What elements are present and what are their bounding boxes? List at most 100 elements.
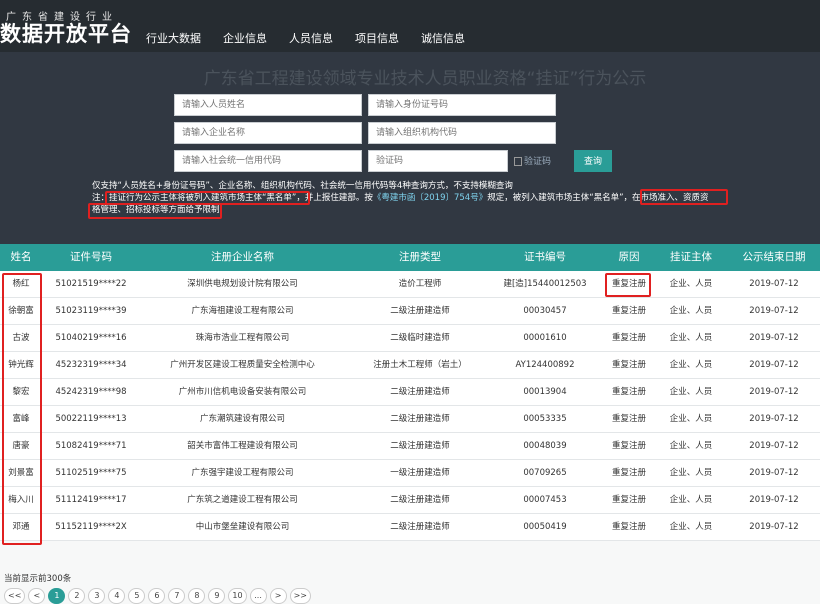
notice-text: 仅支持“人员姓名+身份证号码”、企业名称、组织机构代码、社会统一信用代码等4种查… <box>92 180 732 216</box>
query-button[interactable]: 查询 <box>574 150 612 172</box>
col-id-number: 证件号码 <box>70 251 112 263</box>
main-nav: 行业大数据 企业信息 人员信息 项目信息 诚信信息 <box>146 30 487 46</box>
nav-industry-data[interactable]: 行业大数据 <box>146 30 201 46</box>
table-row[interactable]: 唐豪 51082419****71 韶关市富伟工程建设有限公司 二级注册建造师 0004… <box>0 433 820 460</box>
cell-registration-type: 二级注册建造师 <box>390 306 450 316</box>
cell-certificate-number: 00013904 <box>523 387 567 397</box>
cell-registration-type: 二级注册建造师 <box>390 495 450 505</box>
captcha-input[interactable] <box>368 150 508 172</box>
cell-name: 富峰 <box>12 414 30 424</box>
cell-end-date: 2019-07-12 <box>749 360 799 370</box>
notice-text-mid1: ，并上报住建部。按 <box>296 193 373 203</box>
cell-end-date: 2019-07-12 <box>749 441 799 451</box>
credit-code-input[interactable] <box>174 150 362 172</box>
cell-registration-type: 造价工程师 <box>398 279 442 289</box>
cell-certificate-number: 00709265 <box>523 468 567 478</box>
notice-restriction-text: ，在市场准入、资质资 <box>623 193 709 203</box>
table-row[interactable]: 徐朝富 51023119****39 广东海祖建设工程有限公司 二级注册建造师 0003… <box>0 298 820 325</box>
cell-name: 梅入川 <box>8 495 34 505</box>
cell-end-date: 2019-07-12 <box>749 468 799 478</box>
nav-enterprise-info[interactable]: 企业信息 <box>223 30 267 46</box>
notice-prefix: 注： <box>92 193 110 203</box>
cell-id-number: 51112419****17 <box>55 495 127 505</box>
cell-registration-type: 注册土木工程师（岩土） <box>373 360 467 370</box>
regulation-link[interactable]: 《粤建市函〔2019〕754号》 <box>373 193 487 203</box>
cell-reason: 重复注册 <box>611 468 646 478</box>
cell-company: 广东强宇建设工程有限公司 <box>191 468 294 478</box>
cell-reason: 重复注册 <box>611 333 646 343</box>
cell-id-number: 51102519****75 <box>55 468 127 478</box>
cell-company: 广东潮筑建设有限公司 <box>199 414 285 424</box>
cell-end-date: 2019-07-12 <box>749 279 799 289</box>
org-code-input[interactable] <box>368 122 556 144</box>
table-header: 姓名 证件号码 注册企业名称 注册类型 证书编号 原因 挂证主体 公示结束日期 <box>0 244 820 271</box>
cell-company: 中山市堡垒建设有限公司 <box>195 522 290 532</box>
company-name-input[interactable] <box>174 122 362 144</box>
nav-project-info[interactable]: 项目信息 <box>355 30 399 46</box>
cell-name: 徐朝富 <box>8 306 34 316</box>
cell-certificate-number: 00048039 <box>523 441 567 451</box>
table-row[interactable]: 梅入川 51112419****17 广东筑之道建设工程有限公司 二级注册建造师 000… <box>0 487 820 514</box>
cell-reason: 重复注册 <box>611 495 646 505</box>
cell-id-number: 51152119****2X <box>55 522 127 532</box>
cell-end-date: 2019-07-12 <box>749 522 799 532</box>
cell-subject: 企业、人员 <box>669 279 713 289</box>
captcha-image[interactable]: 验证码 <box>514 154 551 167</box>
table-row[interactable]: 古波 51040219****16 珠海市浩业工程有限公司 二级临时建造师 000016… <box>0 325 820 352</box>
cell-name: 刘景富 <box>8 468 34 478</box>
cell-registration-type: 二级注册建造师 <box>390 441 450 451</box>
cell-end-date: 2019-07-12 <box>749 333 799 343</box>
col-subject: 挂证主体 <box>670 251 712 263</box>
cell-name: 古波 <box>12 333 30 343</box>
cell-certificate-number: 00030457 <box>523 306 567 316</box>
col-registration-type: 注册类型 <box>399 251 441 263</box>
cell-name: 黎宏 <box>12 387 30 397</box>
cell-reason: 重复注册 <box>611 279 646 289</box>
person-name-input[interactable] <box>174 94 362 116</box>
cell-reason: 重复注册 <box>611 414 646 424</box>
broken-image-icon <box>514 157 522 166</box>
logo-title[interactable]: 数据开放平台 <box>0 18 132 48</box>
table-row[interactable]: 钟光辉 45232319****34 广州开发区建设工程质量安全检测中心 注册土木工程… <box>0 352 820 379</box>
cell-id-number: 51040219****16 <box>55 333 127 343</box>
id-number-input[interactable] <box>368 94 556 116</box>
table-row[interactable]: 邓通 51152119****2X 中山市堡垒建设有限公司 二级注册建造师 000504… <box>0 514 820 541</box>
cell-subject: 企业、人员 <box>669 414 713 424</box>
cell-end-date: 2019-07-12 <box>749 306 799 316</box>
cell-certificate-number: 建[造]15440012503 <box>503 279 587 289</box>
col-end-date: 公示结束日期 <box>742 251 806 263</box>
cell-subject: 企业、人员 <box>669 468 713 478</box>
cell-subject: 企业、人员 <box>669 387 713 397</box>
table-row[interactable]: 黎宏 45242319****98 广州市川信机电设备安装有限公司 二级注册建造师 00… <box>0 379 820 406</box>
cell-id-number: 50022119****13 <box>55 414 127 424</box>
cell-company: 广东海祖建设工程有限公司 <box>191 306 294 316</box>
cell-registration-type: 一级注册建造师 <box>390 468 450 478</box>
cell-certificate-number: 00050419 <box>523 522 567 532</box>
table-row[interactable]: 富峰 50022119****13 广东潮筑建设有限公司 二级注册建造师 0005333… <box>0 406 820 433</box>
cell-name: 钟光辉 <box>8 360 34 370</box>
nav-personnel-info[interactable]: 人员信息 <box>289 30 333 46</box>
cell-company: 韶关市富伟工程建设有限公司 <box>187 441 298 451</box>
cell-registration-type: 二级临时建造师 <box>390 333 450 343</box>
cell-subject: 企业、人员 <box>669 360 713 370</box>
page-title: 广东省工程建设领域专业技术人员职业资格“挂证”行为公示 <box>203 69 647 89</box>
top-bar: 广东省建设行业 数据开放平台 行业大数据 企业信息 人员信息 项目信息 诚信信息 <box>0 0 820 52</box>
cell-id-number: 45242319****98 <box>55 387 127 397</box>
cell-reason: 重复注册 <box>611 387 646 397</box>
cell-name: 邓通 <box>12 522 30 532</box>
cell-end-date: 2019-07-12 <box>749 495 799 505</box>
cell-registration-type: 二级注册建造师 <box>390 387 450 397</box>
table-row[interactable]: 杨红 51021519****22 深圳供电规划设计院有限公司 造价工程师 建[造]15… <box>0 271 820 298</box>
cell-subject: 企业、人员 <box>669 306 713 316</box>
table-row[interactable]: 刘景富 51102519****75 广东强宇建设工程有限公司 一级注册建造师 0070… <box>0 460 820 487</box>
notice-line-3: 格管理、招标投标等方面给予限制 <box>92 205 220 215</box>
nav-credit-info[interactable]: 诚信信息 <box>421 30 465 46</box>
cell-registration-type: 二级注册建造师 <box>390 522 450 532</box>
cell-certificate-number: AY124400892 <box>515 360 575 370</box>
cell-certificate-number: 00007453 <box>523 495 567 505</box>
cell-subject: 企业、人员 <box>669 495 713 505</box>
cell-id-number: 45232319****34 <box>55 360 127 370</box>
cell-name: 杨红 <box>12 279 30 289</box>
cell-company: 深圳供电规划设计院有限公司 <box>187 279 298 289</box>
cell-end-date: 2019-07-12 <box>749 414 799 424</box>
